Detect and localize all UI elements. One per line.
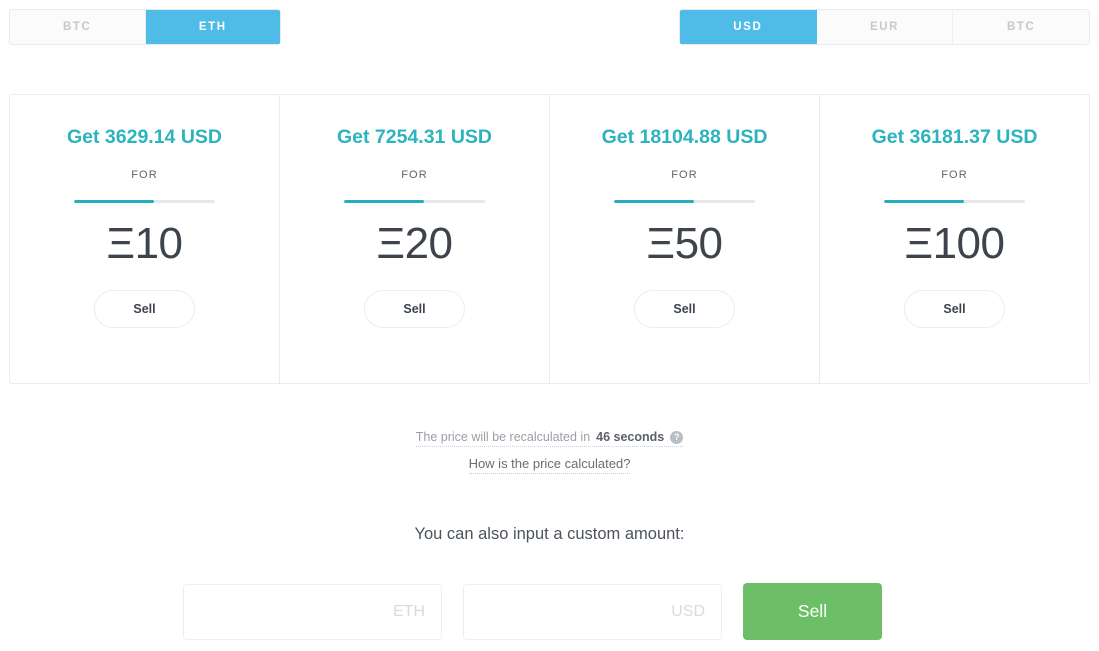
how-is-price-calculated-link[interactable]: How is the price calculated?	[468, 456, 631, 474]
currency-toggle-group: USD EUR BTC	[679, 9, 1090, 45]
custom-fiat-input[interactable]	[463, 583, 722, 640]
price-explainer-row: How is the price calculated?	[0, 455, 1099, 474]
offer-card-amount: Ξ100	[904, 218, 1005, 268]
offer-card-sell-button[interactable]: Sell	[634, 289, 735, 328]
sell-crypto-page: BTC ETH USD EUR BTC Get 3629.14 USD FOR …	[0, 0, 1099, 651]
crypto-toggle-btc[interactable]: BTC	[10, 10, 146, 44]
offer-card-for-label: FOR	[941, 168, 968, 181]
custom-sell-button[interactable]: Sell	[743, 583, 882, 640]
offer-card-for-label: FOR	[131, 168, 158, 181]
question-mark-icon[interactable]: ?	[670, 430, 684, 444]
offer-card-progress-bar	[74, 199, 215, 203]
offer-card: Get 36181.37 USD FOR Ξ100 Sell	[820, 95, 1089, 383]
custom-amount-row: Sell	[183, 583, 882, 640]
custom-amount-heading: You can also input a custom amount:	[414, 525, 685, 543]
offer-card-sell-button[interactable]: Sell	[904, 289, 1005, 328]
currency-toggle-eur[interactable]: EUR	[816, 10, 954, 44]
offer-card-progress-bar	[614, 199, 755, 203]
offer-card-sell-button[interactable]: Sell	[364, 289, 465, 328]
offer-card: Get 7254.31 USD FOR Ξ20 Sell	[280, 95, 550, 383]
offer-card-progress-fill	[884, 199, 965, 203]
recalculation-timer[interactable]: The price will be recalculated in 46 sec…	[415, 430, 684, 447]
offer-card-amount: Ξ50	[646, 218, 723, 268]
offer-card: Get 3629.14 USD FOR Ξ10 Sell	[10, 95, 280, 383]
offer-card-progress-bar	[884, 199, 1025, 203]
offer-card-title: Get 3629.14 USD	[66, 126, 222, 148]
currency-toggle-usd[interactable]: USD	[680, 10, 817, 44]
offer-card-title: Get 18104.88 USD	[601, 126, 768, 148]
offer-card-progress-fill	[344, 199, 425, 203]
crypto-toggle-eth[interactable]: ETH	[145, 10, 280, 44]
offer-card-for-label: FOR	[401, 168, 428, 181]
offer-card-progress-fill	[614, 199, 695, 203]
offer-card-for-label: FOR	[671, 168, 698, 181]
offer-card-title: Get 36181.37 USD	[871, 126, 1038, 148]
offer-card-sell-button[interactable]: Sell	[94, 289, 195, 328]
offer-card-amount: Ξ20	[376, 218, 453, 268]
offer-card-progress-bar	[344, 199, 485, 203]
offer-card-title: Get 7254.31 USD	[336, 126, 492, 148]
offer-card-progress-fill	[74, 199, 155, 203]
offer-card: Get 18104.88 USD FOR Ξ50 Sell	[550, 95, 820, 383]
crypto-toggle-group: BTC ETH	[9, 9, 281, 45]
currency-toggle-btc[interactable]: BTC	[953, 10, 1089, 44]
offer-cards-container: Get 3629.14 USD FOR Ξ10 Sell Get 7254.31…	[9, 94, 1090, 384]
recalculation-prefix: The price will be recalculated in	[415, 430, 591, 444]
offer-card-amount: Ξ10	[106, 218, 183, 268]
recalculation-countdown: 46 seconds	[596, 430, 665, 444]
price-notice: The price will be recalculated in 46 sec…	[0, 428, 1099, 474]
custom-crypto-input[interactable]	[183, 583, 442, 640]
